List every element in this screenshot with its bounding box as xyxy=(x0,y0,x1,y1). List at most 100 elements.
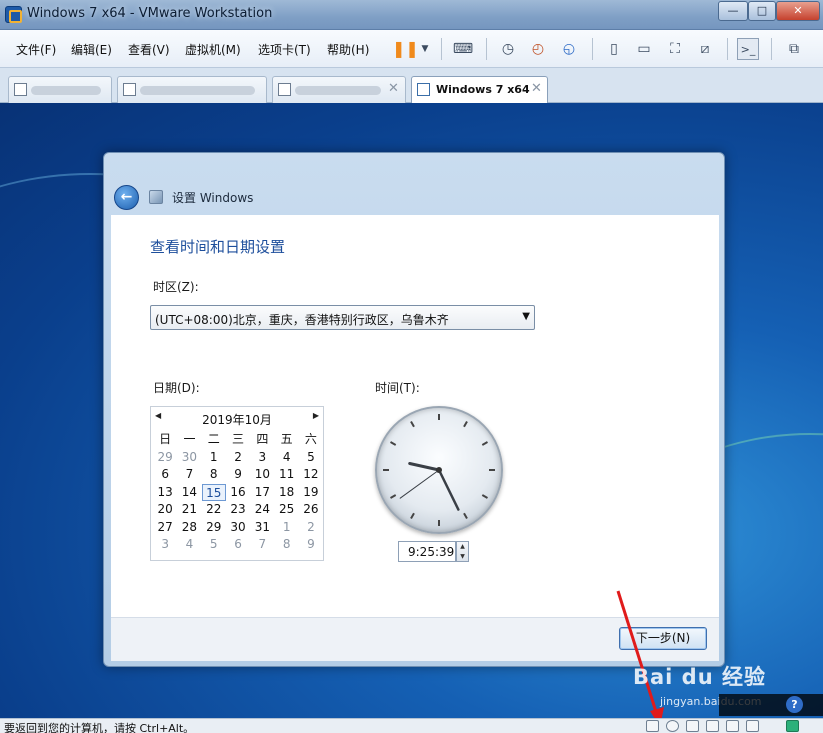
next-month-icon[interactable]: ▶ xyxy=(313,411,319,420)
analog-clock xyxy=(375,406,503,534)
calendar-day[interactable]: 17 xyxy=(250,484,274,502)
calendar-day[interactable]: 6 xyxy=(153,466,177,484)
terminal-icon[interactable]: >_ xyxy=(737,38,759,60)
close-tab-icon[interactable]: ✕ xyxy=(531,81,542,96)
clock-hour-tick xyxy=(481,441,488,446)
close-button[interactable]: ✕ xyxy=(776,1,820,21)
calendar-day[interactable]: 8 xyxy=(202,466,226,484)
calendar-day[interactable]: 23 xyxy=(226,501,250,519)
unity-icon[interactable]: ⧄ xyxy=(694,38,716,60)
weekday-header: 日 xyxy=(159,432,172,446)
weekday-header: 五 xyxy=(280,432,293,446)
time-spinner[interactable]: ▲ ▼ xyxy=(456,541,469,562)
calendar-day[interactable]: 4 xyxy=(177,536,201,554)
calendar-day[interactable]: 27 xyxy=(153,519,177,537)
calendar-day[interactable]: 31 xyxy=(250,519,274,537)
watermark: Bai du 经验 xyxy=(633,657,783,691)
tab-label: Windows 7 x64 xyxy=(436,83,530,96)
minimize-button[interactable]: — xyxy=(718,1,748,21)
calendar-day[interactable]: 14 xyxy=(177,484,201,502)
calendar-day[interactable]: 24 xyxy=(250,501,274,519)
fullscreen-icon[interactable]: ⛶ xyxy=(664,38,686,60)
calendar-day[interactable]: 15 xyxy=(201,483,226,501)
calendar-day[interactable]: 2 xyxy=(226,449,250,467)
printer-icon[interactable] xyxy=(746,720,759,732)
calendar-day[interactable]: 5 xyxy=(202,536,226,554)
calendar-day[interactable]: 16 xyxy=(226,484,250,502)
calendar-day[interactable]: 26 xyxy=(299,501,323,519)
menu-edit[interactable]: 编辑(E) xyxy=(71,41,112,58)
calendar-day[interactable]: 2 xyxy=(299,519,323,537)
calendar-day[interactable]: 5 xyxy=(299,449,323,467)
calendar-day[interactable]: 22 xyxy=(202,501,226,519)
date-calendar[interactable]: ◀ 2019年10月 ▶ 日一二三四五六 29 30 1 2 3 4 5 6 7 8 9 10 11 12 1… xyxy=(150,406,324,561)
clock-hour-hand xyxy=(408,462,441,472)
calendar-day[interactable]: 6 xyxy=(226,536,250,554)
calendar-day[interactable]: 9 xyxy=(226,466,250,484)
calendar-day[interactable]: 25 xyxy=(274,501,298,519)
menu-view[interactable]: 查看(V) xyxy=(128,41,170,58)
chevron-down-icon[interactable]: ▼ xyxy=(414,38,436,60)
menu-file[interactable]: 文件(F) xyxy=(16,41,56,58)
menu-help[interactable]: 帮助(H) xyxy=(327,41,369,58)
calendar-day[interactable]: 8 xyxy=(274,536,298,554)
network-icon[interactable] xyxy=(686,720,699,732)
timezone-select[interactable]: (UTC+08:00)北京，重庆，香港特别行政区，乌鲁木齐 ▼ xyxy=(150,305,535,330)
calendar-day[interactable]: 29 xyxy=(153,449,177,467)
date-label: 日期(D): xyxy=(153,381,200,395)
calendar-day[interactable]: 7 xyxy=(177,466,201,484)
status-text: 要返回到您的计算机，请按 Ctrl+Alt。 xyxy=(4,722,195,733)
calendar-day[interactable]: 20 xyxy=(153,501,177,519)
harddisk-icon[interactable] xyxy=(646,720,659,732)
calendar-day[interactable]: 3 xyxy=(250,449,274,467)
calendar-day[interactable]: 1 xyxy=(202,449,226,467)
help-icon[interactable]: ? xyxy=(786,696,803,713)
time-value: 9:25:39 xyxy=(408,545,455,559)
calendar-day[interactable]: 29 xyxy=(202,519,226,537)
sidebar-toggle-icon[interactable]: ▯ xyxy=(603,38,625,60)
tab-hidden-3[interactable]: ✕ xyxy=(272,76,406,103)
snapshot-manager-icon[interactable]: ◵ xyxy=(558,38,580,60)
calendar-day[interactable]: 11 xyxy=(274,466,298,484)
send-keys-icon[interactable]: ⌨ xyxy=(452,38,474,60)
clock-center-pin xyxy=(436,467,442,473)
snapshot-icon[interactable]: ◷ xyxy=(497,38,519,60)
close-tab-icon[interactable]: ✕ xyxy=(388,81,399,96)
clock-hour-tick xyxy=(410,421,415,428)
calendar-day[interactable]: 28 xyxy=(177,519,201,537)
blurred-tab-label xyxy=(31,86,101,95)
vm-status-icon[interactable] xyxy=(786,720,799,732)
stretch-guest-icon[interactable]: ⧉ xyxy=(783,38,805,60)
calendar-day[interactable]: 12 xyxy=(299,466,323,484)
tab-hidden-1[interactable] xyxy=(8,76,112,103)
maximize-button[interactable]: □ xyxy=(748,1,776,21)
revert-snapshot-icon[interactable]: ◴ xyxy=(527,38,549,60)
calendar-day[interactable]: 30 xyxy=(177,449,201,467)
calendar-day[interactable]: 3 xyxy=(153,536,177,554)
vm-screen[interactable]: ← 设置 Windows 查看时间和日期设置 时区(Z): (UTC+08:00… xyxy=(0,103,823,718)
calendar-day[interactable]: 19 xyxy=(299,484,323,502)
calendar-day[interactable]: 7 xyxy=(250,536,274,554)
calendar-day[interactable]: 1 xyxy=(274,519,298,537)
menu-vm[interactable]: 虚拟机(M) xyxy=(185,41,241,58)
sound-icon[interactable] xyxy=(726,720,739,732)
calendar-day[interactable]: 13 xyxy=(153,484,177,502)
pause-icon[interactable]: ❚❚ xyxy=(392,38,419,60)
vm-tab-icon xyxy=(278,83,291,96)
calendar-day[interactable]: 9 xyxy=(299,536,323,554)
toolbar-separator xyxy=(771,38,772,60)
title-bar: Windows 7 x64 - VMware Workstation — □ ✕ xyxy=(0,0,823,30)
calendar-day[interactable]: 21 xyxy=(177,501,201,519)
calendar-day[interactable]: 18 xyxy=(274,484,298,502)
calendar-day[interactable]: 30 xyxy=(226,519,250,537)
time-field[interactable]: 9:25:39 xyxy=(398,541,456,562)
calendar-day[interactable]: 4 xyxy=(274,449,298,467)
back-arrow-icon[interactable]: ← xyxy=(114,185,139,210)
console-view-icon[interactable]: ▭ xyxy=(633,38,655,60)
cdrom-icon[interactable] xyxy=(666,720,679,732)
menu-tabs[interactable]: 选项卡(T) xyxy=(258,41,311,58)
tab-windows7-x64[interactable]: Windows 7 x64 ✕ xyxy=(411,76,548,103)
usb-icon[interactable] xyxy=(706,720,719,732)
tab-hidden-2[interactable] xyxy=(117,76,267,103)
calendar-day[interactable]: 10 xyxy=(250,466,274,484)
